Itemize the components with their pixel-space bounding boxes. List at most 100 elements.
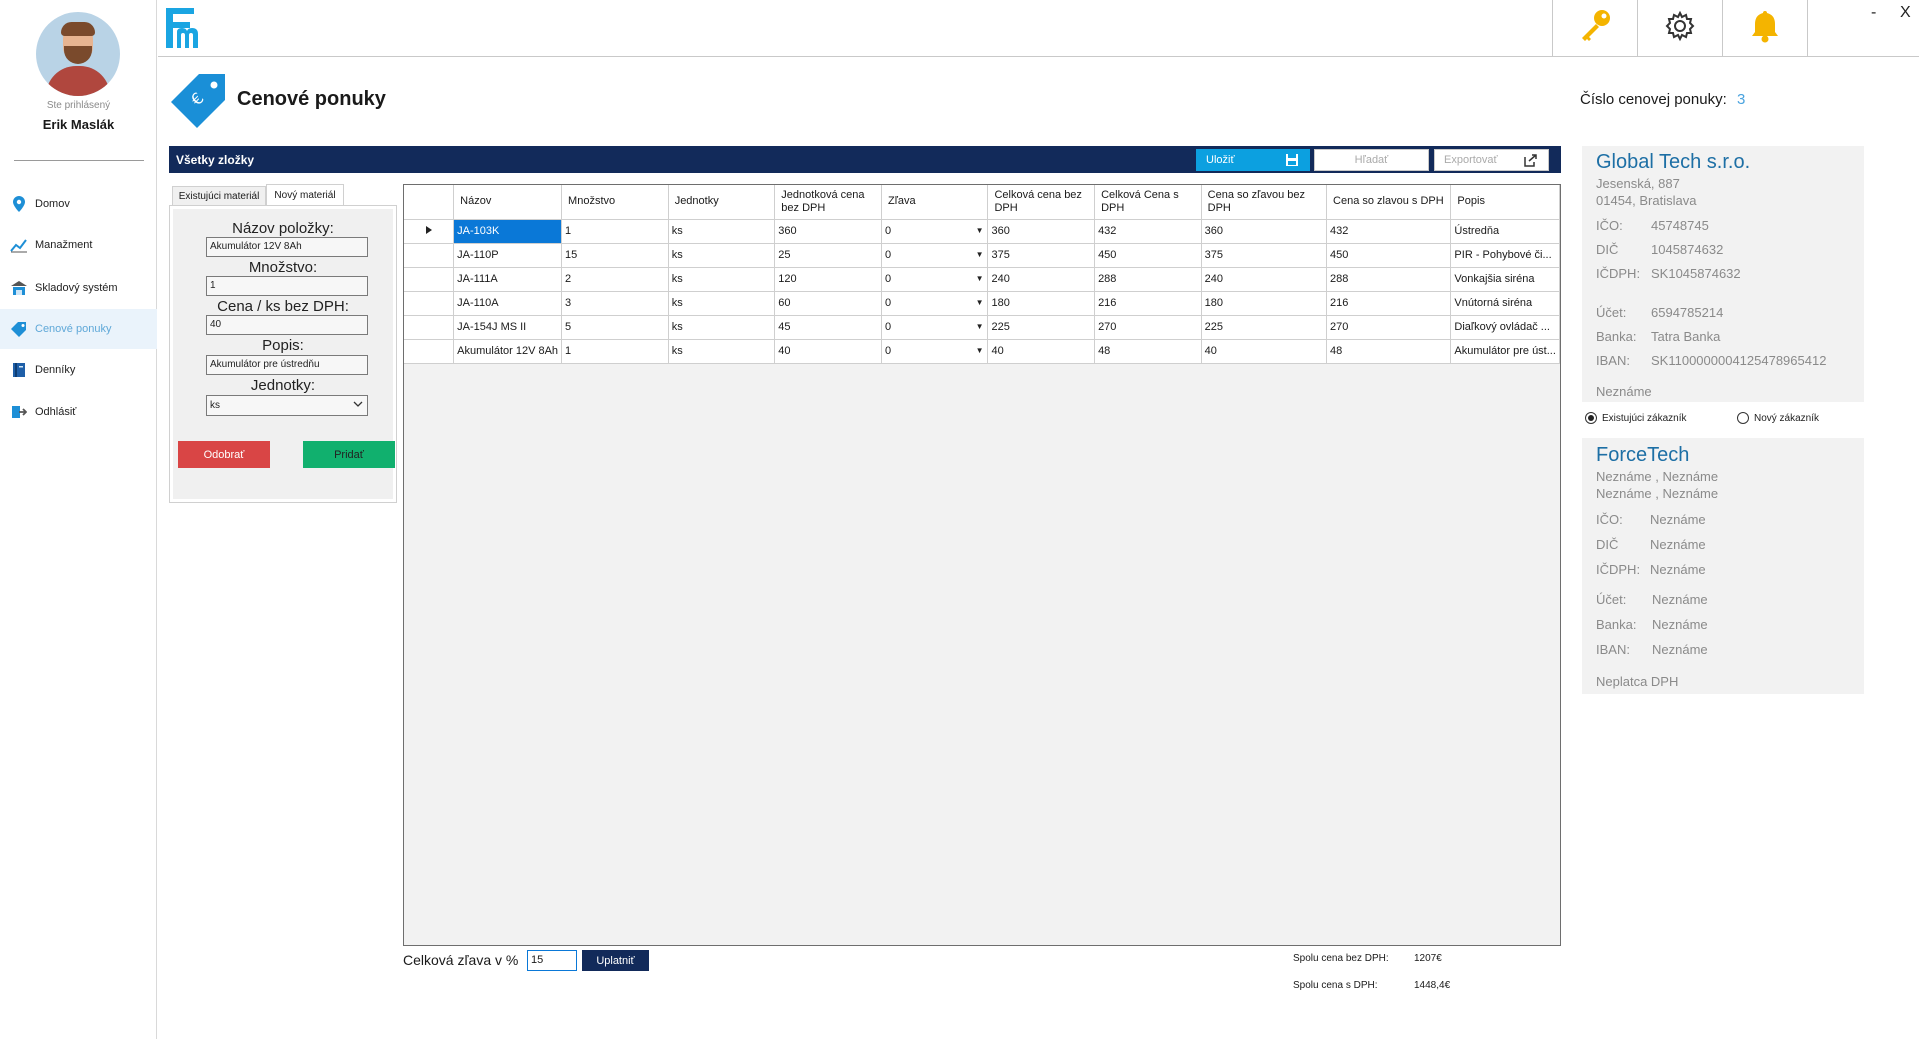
table-cell[interactable]: Vonkajšia siréna (1450, 266, 1560, 292)
table-cell[interactable]: 375 (987, 242, 1096, 268)
row-selector[interactable] (404, 338, 455, 364)
row-selector[interactable] (404, 266, 455, 292)
table-row[interactable]: JA-154J MS II 5 ks 45 0 ▼ 225 270 225 270… (404, 314, 1560, 340)
table-cell[interactable]: ks (667, 266, 776, 292)
nav-item-odhlasit[interactable]: Odhlásiť (0, 392, 157, 432)
table-cell[interactable]: 360 (987, 218, 1096, 244)
table-cell[interactable]: Akumulátor 12V 8Ah (453, 338, 563, 364)
table-cell[interactable]: ks (667, 290, 776, 316)
export-button[interactable]: Exportovať (1434, 149, 1549, 171)
table-cell[interactable]: 432 (1326, 218, 1452, 244)
column-header[interactable]: Celková cena bez DPH (987, 185, 1096, 220)
column-header[interactable]: Jednotky (667, 185, 776, 220)
remove-button[interactable]: Odobrať (178, 441, 270, 468)
price-input[interactable]: 40 (206, 315, 368, 335)
table-cell[interactable]: Vnútorná siréna (1450, 290, 1560, 316)
discount-combo-cell[interactable]: 0 ▼ (880, 338, 989, 364)
table-cell[interactable]: 1 (561, 338, 669, 364)
nav-item-domov[interactable]: Domov (0, 184, 157, 224)
table-cell[interactable]: 180 (1200, 290, 1328, 316)
table-cell[interactable]: Diaľkový ovládač ... (1450, 314, 1560, 340)
table-cell[interactable]: 375 (1200, 242, 1328, 268)
tab-existing-material[interactable]: Existujúci materiál (172, 186, 266, 206)
table-cell[interactable]: 40 (987, 338, 1096, 364)
table-cell[interactable]: Ústredňa (1450, 218, 1560, 244)
row-selector[interactable] (404, 290, 455, 316)
save-button[interactable]: Uložiť (1196, 149, 1310, 171)
column-header[interactable]: Množstvo (561, 185, 669, 220)
table-cell[interactable]: 48 (1094, 338, 1202, 364)
table-cell[interactable]: 2 (561, 266, 669, 292)
discount-combo-cell[interactable]: 0 ▼ (880, 242, 989, 268)
nav-item-manazment[interactable]: Manažment (0, 225, 157, 265)
table-cell[interactable]: JA-103K (453, 218, 563, 244)
column-header[interactable]: Jednotková cena bez DPH (774, 185, 882, 220)
total-discount-input[interactable]: 15 (527, 950, 577, 971)
table-cell[interactable]: 216 (1326, 290, 1452, 316)
table-cell[interactable]: 225 (987, 314, 1096, 340)
table-cell[interactable]: 240 (1200, 266, 1328, 292)
unit-select[interactable]: ks (206, 395, 368, 416)
nav-item-cenove-ponuky[interactable]: Cenové ponuky (0, 309, 157, 349)
table-cell[interactable]: JA-154J MS II (453, 314, 563, 340)
close-button[interactable]: X (1900, 4, 1911, 22)
table-row[interactable]: JA-110P 15 ks 25 0 ▼ 375 450 375 450 PIR … (404, 242, 1560, 268)
table-cell[interactable]: 120 (774, 266, 882, 292)
table-cell[interactable]: PIR - Pohybové či... (1450, 242, 1560, 268)
item-name-input[interactable]: Akumulátor 12V 8Ah (206, 237, 368, 257)
row-selector[interactable] (404, 218, 455, 244)
discount-combo-cell[interactable]: 0 ▼ (880, 266, 989, 292)
row-selector[interactable] (404, 242, 455, 268)
table-cell[interactable]: 45 (774, 314, 882, 340)
discount-combo-cell[interactable]: 0 ▼ (880, 290, 989, 316)
tab-new-material[interactable]: Nový materiál (266, 184, 344, 206)
discount-combo-cell[interactable]: 0 ▼ (880, 218, 989, 244)
search-button[interactable]: Hľadať (1314, 149, 1429, 171)
table-cell[interactable]: JA-110P (453, 242, 563, 268)
discount-combo-cell[interactable]: 0 ▼ (880, 314, 989, 340)
table-cell[interactable]: ks (667, 242, 776, 268)
description-input[interactable]: Akumulátor pre ústredňu (206, 355, 368, 375)
table-cell[interactable]: ks (667, 218, 776, 244)
column-header[interactable]: Popis (1450, 185, 1560, 220)
table-cell[interactable]: 48 (1326, 338, 1452, 364)
table-row[interactable]: JA-103K 1 ks 360 0 ▼ 360 432 360 432 Ústr… (404, 218, 1560, 244)
row-selector[interactable] (404, 314, 455, 340)
column-header[interactable]: Zľava (880, 185, 989, 220)
column-header[interactable]: Cena so zlavou s DPH (1326, 185, 1452, 220)
table-cell[interactable]: 360 (774, 218, 882, 244)
table-row[interactable]: Akumulátor 12V 8Ah 1 ks 40 0 ▼ 40 48 40 4… (404, 338, 1560, 364)
key-button[interactable] (1552, 0, 1636, 57)
table-cell[interactable]: 40 (1200, 338, 1328, 364)
notifications-button[interactable] (1722, 0, 1806, 57)
table-cell[interactable]: 40 (774, 338, 882, 364)
table-cell[interactable]: 25 (774, 242, 882, 268)
column-header[interactable]: Názov (453, 185, 563, 220)
table-cell[interactable]: 5 (561, 314, 669, 340)
table-cell[interactable]: 270 (1094, 314, 1202, 340)
table-cell[interactable]: 60 (774, 290, 882, 316)
table-cell[interactable]: ks (667, 314, 776, 340)
table-cell[interactable]: 15 (561, 242, 669, 268)
table-cell[interactable]: 432 (1094, 218, 1202, 244)
table-row[interactable]: JA-111A 2 ks 120 0 ▼ 240 288 240 288 Vonk… (404, 266, 1560, 292)
table-cell[interactable]: 3 (561, 290, 669, 316)
table-cell[interactable]: 288 (1094, 266, 1202, 292)
quantity-input[interactable]: 1 (206, 276, 368, 296)
column-header[interactable]: Celková Cena s DPH (1094, 185, 1202, 220)
radio-new-customer[interactable]: Nový zákazník (1737, 412, 1819, 424)
minimize-button[interactable]: - (1871, 4, 1876, 22)
settings-button[interactable] (1637, 0, 1721, 57)
table-cell[interactable]: 450 (1094, 242, 1202, 268)
table-cell[interactable]: 225 (1200, 314, 1328, 340)
apply-discount-button[interactable]: Uplatniť (582, 950, 649, 971)
add-button[interactable]: Pridať (303, 441, 395, 468)
table-cell[interactable]: 450 (1326, 242, 1452, 268)
radio-existing-customer[interactable]: Existujúci zákazník (1585, 412, 1686, 424)
column-header[interactable]: Cena so zľavou bez DPH (1200, 185, 1328, 220)
table-cell[interactable]: Akumulátor pre úst... (1450, 338, 1560, 364)
table-cell[interactable]: JA-110A (453, 290, 563, 316)
table-cell[interactable]: 216 (1094, 290, 1202, 316)
table-cell[interactable]: JA-111A (453, 266, 563, 292)
table-cell[interactable]: 180 (987, 290, 1096, 316)
